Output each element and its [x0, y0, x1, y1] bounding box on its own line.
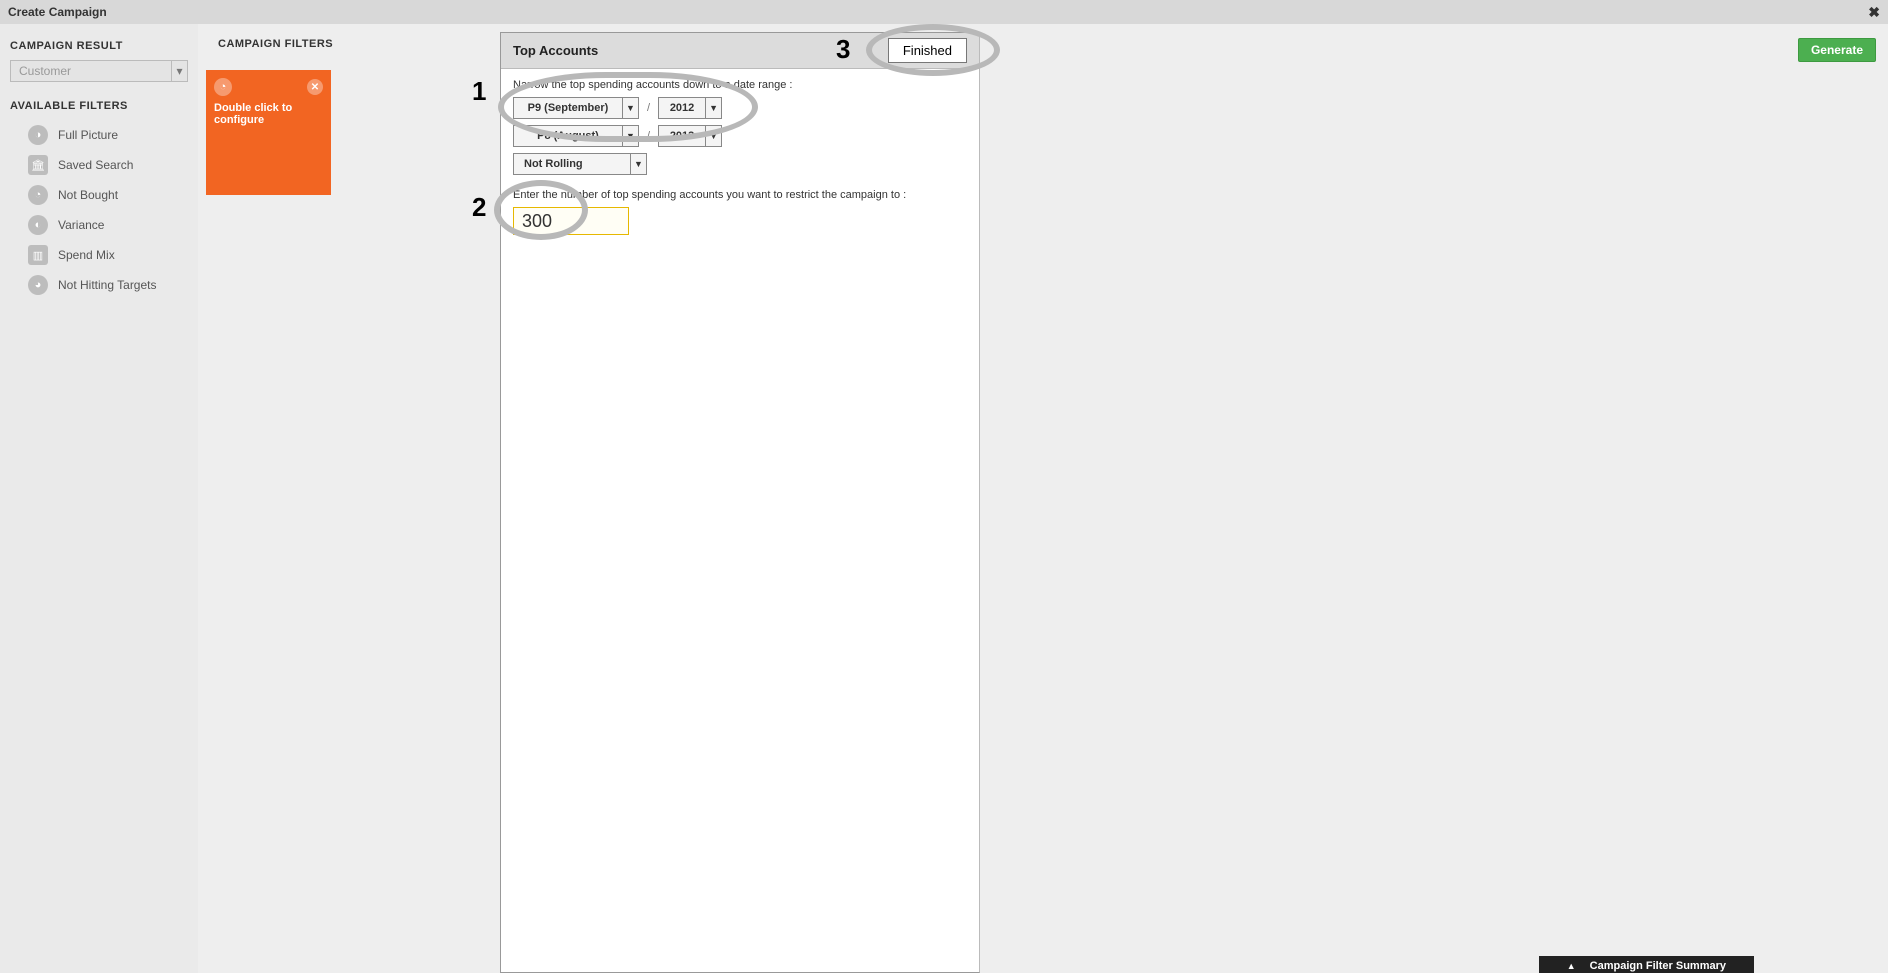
filter-not-bought[interactable]: ◔ Not Bought	[10, 180, 188, 210]
filter-label: Variance	[58, 218, 104, 232]
slot-message: Double click to configure	[214, 102, 323, 126]
from-year-value: 2012	[658, 97, 706, 119]
rolling-select[interactable]: Not Rolling ▼	[513, 153, 967, 175]
from-year-select[interactable]: 2012 ▼	[658, 97, 722, 119]
panel-header: Top Accounts Finished	[501, 33, 979, 69]
filter-label: Saved Search	[58, 158, 133, 172]
campaign-result-select[interactable]: Customer ▾	[10, 60, 188, 82]
available-filters-heading: AVAILABLE FILTERS	[10, 100, 188, 112]
campaign-result-value: Customer	[10, 60, 172, 82]
to-year-value: 2013	[658, 125, 706, 147]
chevron-down-icon[interactable]: ▼	[623, 97, 639, 119]
filter-spend-mix[interactable]: ▥ Spend Mix	[10, 240, 188, 270]
variance-icon: ◐	[28, 215, 48, 235]
chevron-down-icon[interactable]: ▼	[706, 125, 722, 147]
window-titlebar: Create Campaign ✖	[0, 0, 1888, 24]
main-area: CAMPAIGN FILTERS Generate ◔ ✕ Double cli…	[198, 24, 1888, 973]
filter-label: Full Picture	[58, 128, 118, 142]
slot-type-icon: ◔	[214, 78, 232, 96]
saved-search-icon: 🏛	[28, 155, 48, 175]
from-period-value: P9 (September)	[513, 97, 623, 119]
chevron-down-icon[interactable]: ▼	[631, 153, 647, 175]
annotation-number-1: 1	[472, 76, 486, 107]
summary-label: Campaign Filter Summary	[1590, 960, 1726, 972]
date-to-row: P8 (August) ▼ / 2013 ▼	[513, 125, 967, 147]
available-filters-list: ◑ Full Picture 🏛 Saved Search ◔ Not Boug…	[10, 120, 188, 300]
date-range-hint: Narrow the top spending accounts down to…	[513, 79, 967, 91]
date-slash: /	[647, 130, 650, 142]
to-year-select[interactable]: 2013 ▼	[658, 125, 722, 147]
not-bought-icon: ◔	[28, 185, 48, 205]
to-period-value: P8 (August)	[513, 125, 623, 147]
filter-slot-card[interactable]: ◔ ✕ Double click to configure	[206, 70, 331, 195]
panel-body: Narrow the top spending accounts down to…	[501, 69, 979, 245]
rolling-value: Not Rolling	[513, 153, 631, 175]
filter-label: Spend Mix	[58, 248, 115, 262]
not-hitting-targets-icon: ◕	[28, 275, 48, 295]
spend-mix-icon: ▥	[28, 245, 48, 265]
account-count-input[interactable]	[513, 207, 629, 235]
content-wrap: CAMPAIGN RESULT Customer ▾ AVAILABLE FIL…	[0, 24, 1888, 973]
full-picture-icon: ◑	[28, 125, 48, 145]
chevron-down-icon[interactable]: ▼	[623, 125, 639, 147]
filter-not-hitting-targets[interactable]: ◕ Not Hitting Targets	[10, 270, 188, 300]
filter-label: Not Bought	[58, 188, 118, 202]
filter-full-picture[interactable]: ◑ Full Picture	[10, 120, 188, 150]
from-period-select[interactable]: P9 (September) ▼	[513, 97, 639, 119]
campaign-result-caret-icon[interactable]: ▾	[172, 60, 188, 82]
filter-label: Not Hitting Targets	[58, 278, 157, 292]
filter-saved-search[interactable]: 🏛 Saved Search	[10, 150, 188, 180]
generate-button[interactable]: Generate	[1798, 38, 1876, 62]
campaign-result-heading: CAMPAIGN RESULT	[10, 40, 188, 52]
campaign-filters-heading: CAMPAIGN FILTERS	[198, 24, 1888, 60]
count-hint: Enter the number of top spending account…	[513, 189, 967, 201]
panel-title: Top Accounts	[513, 43, 598, 58]
slot-remove-button[interactable]: ✕	[307, 79, 323, 95]
filter-variance[interactable]: ◐ Variance	[10, 210, 188, 240]
chevron-up-icon: ▲	[1567, 961, 1576, 971]
finished-button[interactable]: Finished	[888, 38, 967, 63]
to-period-select[interactable]: P8 (August) ▼	[513, 125, 639, 147]
filter-config-panel: Top Accounts Finished Narrow the top spe…	[500, 32, 980, 973]
window-title: Create Campaign	[8, 5, 107, 19]
chevron-down-icon[interactable]: ▼	[706, 97, 722, 119]
window-close-button[interactable]: ✖	[1868, 0, 1880, 24]
date-slash: /	[647, 102, 650, 114]
annotation-number-2: 2	[472, 192, 486, 223]
date-from-row: P9 (September) ▼ / 2012 ▼	[513, 97, 967, 119]
campaign-filter-summary-tab[interactable]: ▲ Campaign Filter Summary	[1539, 956, 1754, 973]
sidebar: CAMPAIGN RESULT Customer ▾ AVAILABLE FIL…	[0, 24, 198, 973]
